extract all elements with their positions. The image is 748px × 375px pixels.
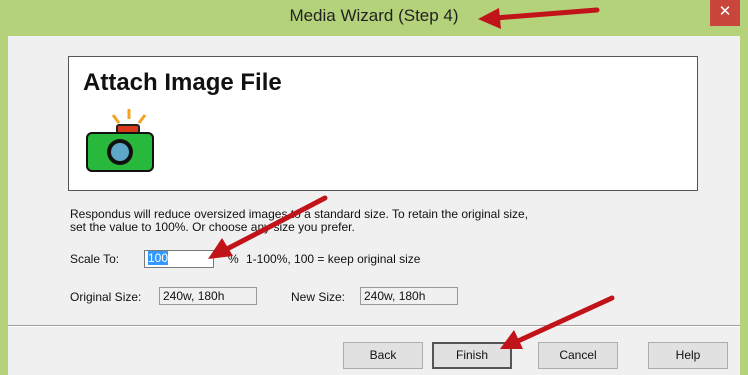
scale-hint: 1-100%, 100 = keep original size — [246, 252, 421, 266]
finish-button[interactable]: Finish — [432, 342, 512, 369]
original-size-label: Original Size: — [70, 290, 142, 304]
cancel-button[interactable]: Cancel — [538, 342, 618, 369]
description-line-2: set the value to 100%. Or choose any siz… — [70, 220, 355, 234]
scale-input[interactable]: 100 — [144, 250, 214, 268]
new-size-label: New Size: — [291, 290, 346, 304]
window-title: Media Wizard (Step 4) — [289, 6, 459, 25]
wizard-client-area: Attach Image File Respondus will reduce … — [8, 36, 740, 375]
wizard-header-panel: Attach Image File — [68, 56, 698, 191]
button-separator — [8, 325, 740, 327]
close-button[interactable]: ✕ — [710, 0, 740, 26]
scale-unit: % — [228, 252, 239, 266]
wizard-heading: Attach Image File — [83, 69, 282, 96]
camera-icon — [86, 109, 154, 172]
scale-label: Scale To: — [70, 252, 120, 266]
media-wizard-window: Media Wizard (Step 4) ✕ Attach Image Fil… — [0, 0, 748, 375]
description-text: Respondus will reduce oversized images t… — [70, 208, 690, 234]
original-size-field: 240w, 180h — [159, 287, 257, 305]
help-button[interactable]: Help — [648, 342, 728, 369]
scale-value: 100 — [148, 251, 169, 265]
new-size-field: 240w, 180h — [360, 287, 458, 305]
title-bar[interactable]: Media Wizard (Step 4) ✕ — [0, 0, 748, 36]
back-button[interactable]: Back — [343, 342, 423, 369]
